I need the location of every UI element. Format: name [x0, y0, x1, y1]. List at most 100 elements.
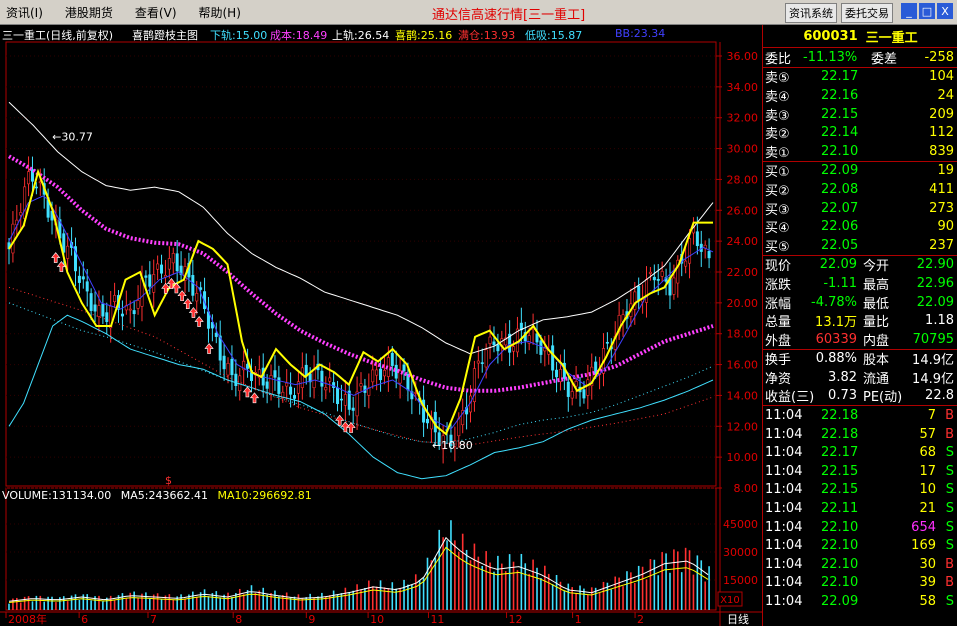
candle-body: [230, 358, 234, 376]
tick-row[interactable]: 11:04 22.17 68 S: [763, 443, 957, 462]
candle-body: [148, 274, 152, 287]
tick-row[interactable]: 11:04 22.15 10 S: [763, 481, 957, 500]
tick-row[interactable]: 11:04 22.18 57 B: [763, 425, 957, 444]
candle-body: [402, 364, 406, 372]
candle-body: [120, 313, 124, 317]
candle-body: [695, 231, 699, 247]
candle-body: [332, 382, 336, 388]
quote-row: 涨跌 -1.11 最高 22.96: [763, 274, 957, 293]
tick-volume: 17: [919, 463, 936, 479]
candle-body: [555, 369, 559, 378]
tick-row[interactable]: 11:04 22.15 17 S: [763, 462, 957, 481]
date-tick-label: 6: [81, 613, 88, 626]
candle-body: [570, 391, 574, 399]
bid-list: 买① 22.09 19 买② 22.08 411 买③ 22.07 273 买④ 22.06 90 买⑤…: [763, 162, 957, 256]
fundamental-value: 0.73: [828, 388, 857, 404]
tick-row[interactable]: 11:04 22.18 7 B: [763, 406, 957, 425]
maximize-icon[interactable]: □: [919, 3, 935, 19]
ask-volume: 209: [929, 106, 954, 122]
bid-row[interactable]: 买⑤ 22.05 237: [763, 236, 957, 255]
tick-price: 22.10: [821, 519, 859, 535]
candle-body: [645, 279, 649, 303]
price-tick-label: 20.00: [727, 297, 759, 310]
fundamental-value: 3.82: [828, 369, 857, 385]
ask-row[interactable]: 卖③ 22.15 209: [763, 105, 957, 124]
bid-volume: 411: [929, 181, 954, 197]
candle-body: [234, 373, 238, 386]
tick-price: 22.18: [821, 426, 859, 442]
candle-body: [97, 305, 101, 317]
tick-row[interactable]: 11:04 22.10 39 B: [763, 574, 957, 593]
quote-label: 今开: [863, 259, 890, 275]
quote-row: 涨幅 -4.78% 最低 22.09: [763, 293, 957, 312]
candle-body: [34, 186, 38, 189]
price-tick-label: 12.00: [727, 420, 759, 433]
candle-body: [175, 253, 179, 272]
ask-label: 卖④: [765, 89, 790, 105]
indicator-full-position: 满仓:13.93: [458, 29, 516, 42]
candle-body: [371, 369, 375, 383]
candle-body: [285, 382, 289, 387]
news-system-button[interactable]: 资讯系统: [785, 3, 837, 23]
tick-side: B: [945, 575, 954, 591]
quote-label: 内盘: [863, 333, 890, 349]
bid-row[interactable]: 买④ 22.06 90: [763, 217, 957, 236]
ask-row[interactable]: 卖② 22.14 112: [763, 123, 957, 142]
candle-body: [77, 275, 81, 283]
tick-price: 22.17: [821, 445, 859, 461]
quote-label: 外盘: [765, 333, 792, 349]
ask-price: 22.17: [821, 69, 859, 85]
indicator-header: 三一重工(日线,前复权) 喜鹊蹬枝主图 下轨:15.00 成本:18.49 上轨…: [0, 25, 720, 42]
tick-time: 11:04: [765, 501, 803, 517]
bid-row[interactable]: 买① 22.09 19: [763, 162, 957, 180]
tick-row[interactable]: 11:04 22.10 30 B: [763, 555, 957, 574]
tick-row[interactable]: 11:04 22.10 654 S: [763, 518, 957, 537]
candle-body: [89, 293, 93, 311]
candle-body: [551, 345, 555, 371]
tick-time: 11:04: [765, 556, 803, 572]
buy-arrow-icon: [183, 298, 193, 309]
order-ratio-label: 委比: [765, 51, 792, 67]
indicator-lower-band: 下轨:15.00: [210, 29, 268, 42]
quote-row: 外盘 60339 内盘 70795: [763, 330, 957, 349]
price-tick-label: 14.00: [727, 389, 759, 402]
bid-price: 22.09: [821, 163, 859, 179]
tick-row[interactable]: 11:04 22.09 58 S: [763, 592, 957, 611]
bid-row[interactable]: 买② 22.08 411: [763, 180, 957, 199]
quote-value: 70795: [912, 331, 954, 347]
quote-value: 13.1万: [815, 315, 857, 331]
tick-side: S: [945, 445, 954, 461]
ask-list: 卖⑤ 22.17 104 卖④ 22.16 24 卖③ 22.15 209 卖② 22.14 112 卖…: [763, 68, 957, 162]
tick-price: 22.10: [821, 575, 859, 591]
volume-tick-label: 30000: [723, 546, 758, 559]
candle-body: [586, 379, 590, 396]
candle-body: [684, 260, 688, 267]
quote-label: 涨幅: [765, 296, 792, 312]
quote-row: 现价 22.09 今开 22.90: [763, 256, 957, 275]
tick-time: 11:04: [765, 594, 803, 610]
candle-body: [222, 355, 226, 370]
stock-title: 600031 三一重工: [763, 25, 957, 48]
candle-body: [707, 251, 711, 259]
ask-row[interactable]: 卖④ 22.16 24: [763, 86, 957, 105]
candle-body: [195, 293, 199, 302]
date-tick-label: 8: [235, 613, 242, 626]
order-diff-label: 委差: [871, 51, 898, 67]
candle-body: [214, 332, 218, 337]
bid-label: 买②: [765, 183, 790, 199]
close-icon[interactable]: X: [937, 3, 953, 19]
ask-row[interactable]: 卖⑤ 22.17 104: [763, 68, 957, 86]
tick-row[interactable]: 11:04 22.11 21 S: [763, 499, 957, 518]
buy-arrow-icon: [249, 392, 260, 404]
candle-body: [128, 308, 132, 311]
candle-body: [359, 383, 363, 387]
minimize-icon[interactable]: _: [901, 3, 917, 19]
bid-row[interactable]: 买③ 22.07 273: [763, 199, 957, 218]
kline-chart[interactable]: 36.0034.0032.0030.0028.0026.0024.0022.00…: [0, 0, 762, 626]
volume-ma5: MA5:243662.41: [120, 489, 208, 502]
candle-body: [11, 223, 15, 254]
tick-volume: 7: [927, 408, 936, 424]
tick-row[interactable]: 11:04 22.10 169 S: [763, 536, 957, 555]
trade-button[interactable]: 委托交易: [841, 3, 893, 23]
ask-row[interactable]: 卖① 22.10 839: [763, 142, 957, 161]
